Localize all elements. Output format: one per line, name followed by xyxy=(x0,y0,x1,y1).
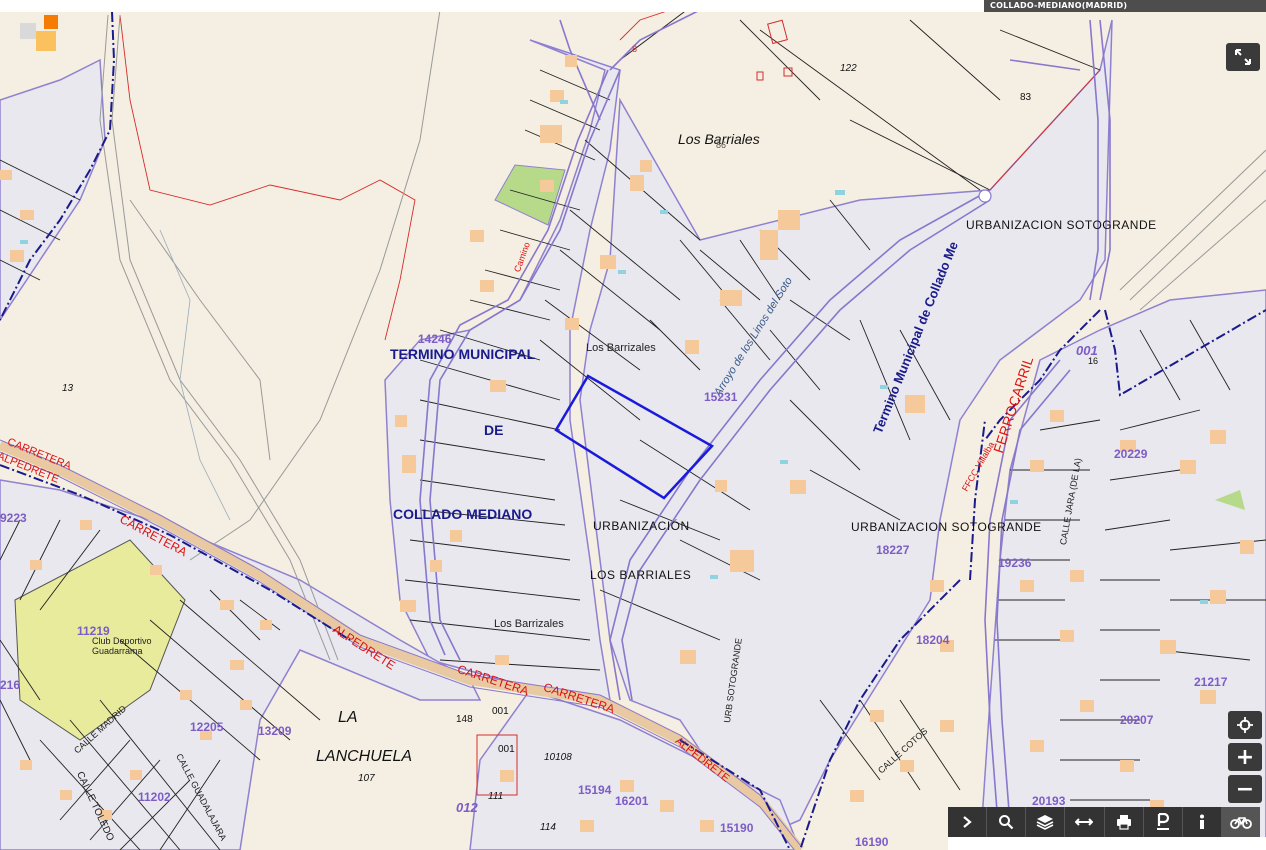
bottom-strip xyxy=(948,837,1266,850)
parcel-number: 15231 xyxy=(704,390,738,404)
crosshair-icon xyxy=(1237,717,1253,733)
parcel-number: 18227 xyxy=(876,543,910,557)
parcel-number: 15194 xyxy=(578,783,612,797)
print-icon xyxy=(1116,815,1131,830)
label-los-barriales-caps: LOS BARRIALES xyxy=(590,568,692,582)
label-collado-mediano: COLLADO MEDIANO xyxy=(393,506,533,522)
parcel-number: 001 xyxy=(492,706,509,717)
locate-button[interactable] xyxy=(1228,711,1262,739)
chevron-right-icon xyxy=(963,816,972,828)
parcel-number: 9223 xyxy=(0,511,27,525)
parcel-number: 12205 xyxy=(190,720,224,734)
parking-button[interactable] xyxy=(1144,807,1183,837)
parcel-number: 216 xyxy=(0,678,21,692)
parcel-number: 10108 xyxy=(544,752,572,763)
expand-toolbar-button[interactable] xyxy=(948,807,988,837)
info-button[interactable] xyxy=(1183,807,1222,837)
parcel-number: 14246 xyxy=(418,332,452,346)
measure-button[interactable] xyxy=(1065,807,1105,837)
label-los-barrizales-1: Los Barrizales xyxy=(586,342,656,354)
parking-icon xyxy=(1156,813,1169,830)
parcel-number: 107 xyxy=(358,773,375,784)
label-los-barrizales-2: Los Barrizales xyxy=(494,618,564,630)
label-urbanizacion-sotogrande-top: URBANIZACION SOTOGRANDE xyxy=(966,218,1157,232)
search-icon xyxy=(999,815,1014,830)
label-club2: Guadarrama xyxy=(92,646,143,656)
zoom-in-button[interactable]: + xyxy=(1228,743,1262,771)
map-toolbar xyxy=(948,807,1260,837)
parcel-number: 122 xyxy=(840,63,857,74)
app-logo xyxy=(20,15,58,55)
print-button[interactable] xyxy=(1105,807,1144,837)
fullscreen-icon xyxy=(1235,49,1251,65)
layers-icon xyxy=(1036,815,1054,830)
parcel-number: 16 xyxy=(1088,356,1099,366)
window-title: COLLADO-MEDIANO(MADRID) xyxy=(984,0,1266,12)
layers-button[interactable] xyxy=(1026,807,1066,837)
parcel-number: 148 xyxy=(456,714,473,725)
parcel-number: 11202 xyxy=(138,790,171,804)
fullscreen-button[interactable] xyxy=(1226,43,1260,71)
parcel-number: 20229 xyxy=(1114,447,1148,461)
zoom-out-button[interactable]: − xyxy=(1228,775,1262,803)
label-urbanizacion: URBANIZACIÓN xyxy=(593,519,690,533)
label-lanchuela: LANCHUELA xyxy=(316,748,413,765)
label-urbanizacion-sotogrande-mid: URBANIZACION SOTOGRANDE xyxy=(851,520,1042,534)
parcel-number: 18204 xyxy=(916,633,950,647)
label-termino-municipal: TERMINO MUNICIPAL xyxy=(390,346,536,362)
parcel-number: 21217 xyxy=(1194,675,1228,689)
parcel-number: 15190 xyxy=(720,821,754,835)
parcel-number: 8 xyxy=(632,44,638,54)
label-de: DE xyxy=(484,422,504,438)
info-icon xyxy=(1199,814,1204,829)
parcel-number: 001 xyxy=(498,744,515,755)
label-la: LA xyxy=(338,709,358,726)
parcel-number: 19236 xyxy=(998,556,1032,570)
parcel-number: 86 xyxy=(716,140,727,150)
parcel-number: 83 xyxy=(1020,92,1032,103)
parcel-number: 13209 xyxy=(258,724,292,738)
parcel-number: 114 xyxy=(540,822,556,833)
parcel-number: 11219 xyxy=(77,624,110,638)
parcel-number: 20193 xyxy=(1032,794,1066,808)
parcel-number: 16190 xyxy=(855,835,889,849)
search-button[interactable] xyxy=(987,807,1027,837)
parcel-number: 16201 xyxy=(615,794,649,808)
parcel-number: 13 xyxy=(62,383,74,394)
bicycle-button[interactable] xyxy=(1221,807,1260,837)
parcel-number: 012 xyxy=(456,800,478,815)
parcel-number: 20207 xyxy=(1120,713,1154,727)
bicycle-icon xyxy=(1230,817,1252,829)
measure-icon xyxy=(1075,818,1094,826)
parcel-number: 111 xyxy=(488,791,504,802)
